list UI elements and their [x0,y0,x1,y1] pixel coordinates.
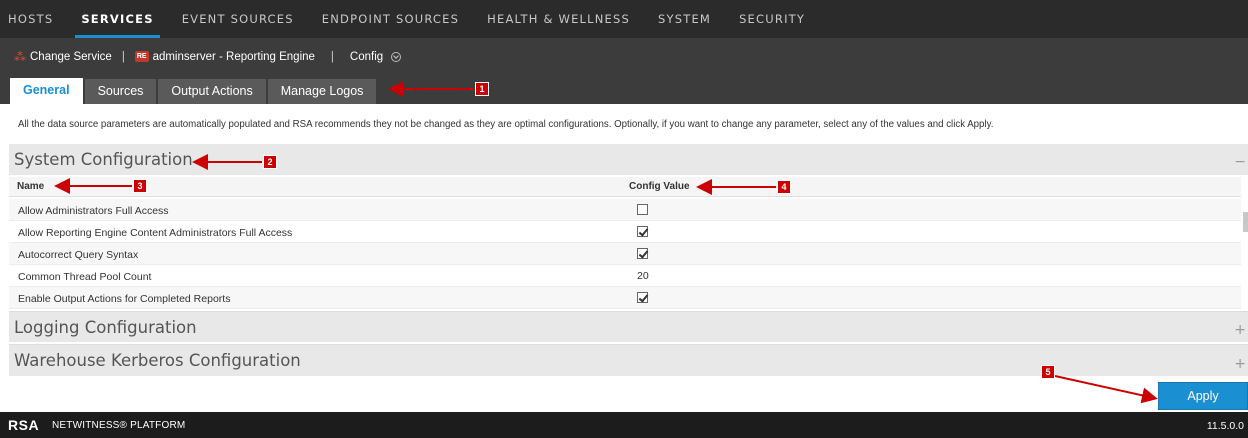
nav-endpoint-sources[interactable]: ENDPOINT SOURCES [322,0,459,38]
logging-configuration-header[interactable]: Logging Configuration + [9,311,1248,342]
table-header: Name Config Value [9,177,1241,197]
change-service-link[interactable]: Change Service [30,51,112,63]
name-column-header[interactable]: Name [17,181,44,192]
expand-icon[interactable]: + [1234,315,1246,346]
system-configuration-header[interactable]: System Configuration − [9,144,1248,175]
row-name: Allow Reporting Engine Content Administr… [18,227,293,239]
apply-button[interactable]: Apply [1158,382,1248,410]
checkbox[interactable] [637,248,648,259]
table-row: Autocorrect Query Syntax [9,243,1241,265]
row-name: Common Thread Pool Count [18,271,152,283]
row-name: Autocorrect Query Syntax [18,249,139,261]
nav-services[interactable]: SERVICES [75,0,161,38]
table-row: Allow Reporting Engine Content Administr… [9,221,1241,243]
table-row: Common Thread Pool Count 20 [9,265,1241,287]
separator: | [330,50,334,63]
table-row: Enable Output Actions for Completed Repo… [9,287,1241,309]
table-row: Allow Administrators Full Access [9,199,1241,221]
nav-system[interactable]: SYSTEM [658,0,711,38]
tab-manage-logos[interactable]: Manage Logos [267,79,377,104]
separator: | [121,50,125,63]
tab-output-actions[interactable]: Output Actions [158,79,266,104]
brand-name: NETWITNESS® PLATFORM [52,420,186,431]
tab-bar: General Sources Output Actions Manage Lo… [0,75,1248,104]
expand-icon[interactable]: + [1234,348,1246,380]
nav-health-wellness[interactable]: HEALTH & WELLNESS [487,0,630,38]
chevron-down-icon[interactable] [391,51,402,62]
row-name: Allow Administrators Full Access [18,205,169,217]
section-title: Logging Configuration [14,318,197,337]
service-name: adminserver - Reporting Engine [152,50,315,63]
info-text: All the data source parameters are autom… [18,119,994,130]
scrollbar[interactable] [1243,212,1248,232]
service-bar: ⁂ Change Service | RE adminserver - Repo… [0,38,1248,75]
callout-5-arrow [1054,375,1158,404]
footer: RSA NETWITNESS® PLATFORM 11.5.0.0 [0,412,1248,438]
nav-security[interactable]: SECURITY [739,0,805,38]
callout-4: 4 [777,180,791,194]
nav-hosts[interactable]: HOSTS [8,0,53,38]
section-title: System Configuration [14,150,193,169]
change-service-icon[interactable]: ⁂ [14,50,26,64]
warehouse-kerberos-configuration-header[interactable]: Warehouse Kerberos Configuration + [9,344,1248,376]
config-value-column-header[interactable]: Config Value [629,181,690,192]
checkbox[interactable] [637,204,648,215]
version-label: 11.5.0.0 [1206,420,1244,432]
view-selector[interactable]: Config [350,51,383,63]
callout-3: 3 [133,179,147,193]
rsa-logo: RSA [8,417,40,433]
checkbox[interactable] [637,226,648,237]
section-title: Warehouse Kerberos Configuration [14,351,301,370]
callout-2: 2 [263,155,277,169]
collapse-icon[interactable]: − [1234,147,1246,178]
nav-event-sources[interactable]: EVENT SOURCES [182,0,294,38]
tab-sources[interactable]: Sources [84,79,157,104]
row-value[interactable]: 20 [637,270,649,282]
config-table: Allow Administrators Full Access Allow R… [9,199,1241,309]
reporting-engine-icon: RE [134,51,149,62]
checkbox[interactable] [637,292,648,303]
top-nav: HOSTS SERVICES EVENT SOURCES ENDPOINT SO… [0,0,1248,38]
tab-general[interactable]: General [10,78,83,104]
row-name: Enable Output Actions for Completed Repo… [18,293,231,305]
callout-5: 5 [1041,365,1055,379]
callout-1: 1 [475,82,489,96]
